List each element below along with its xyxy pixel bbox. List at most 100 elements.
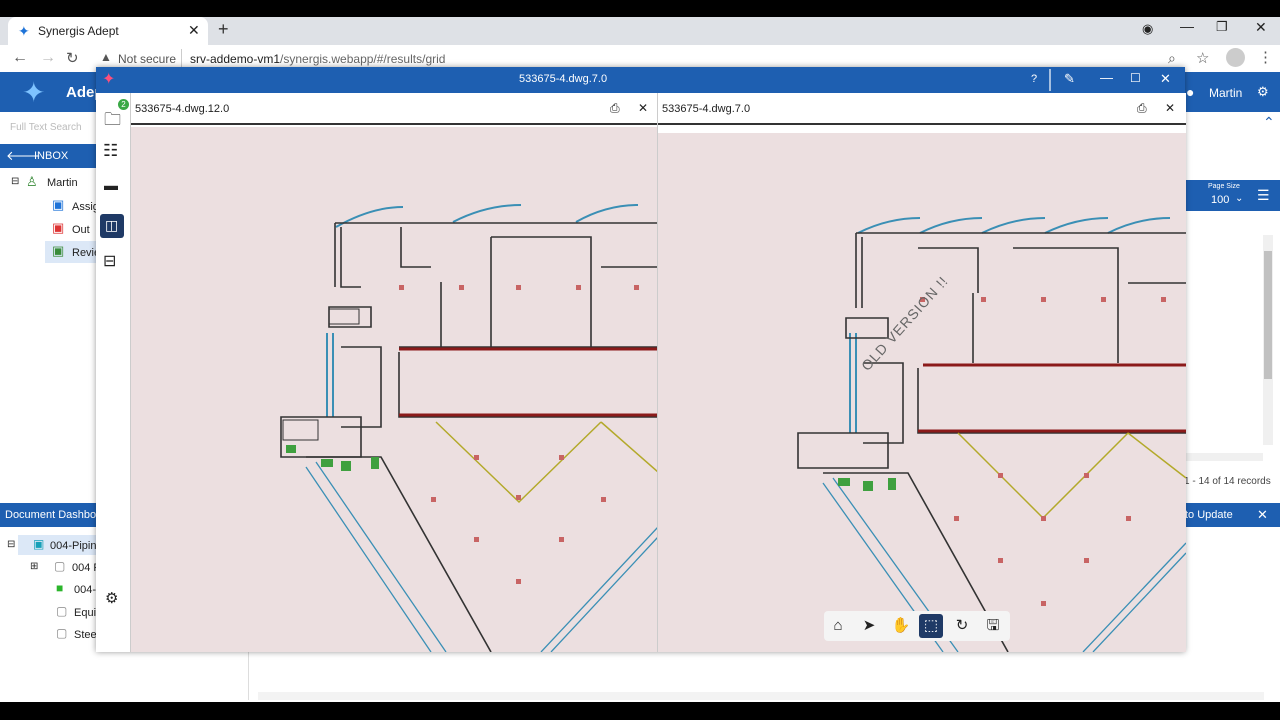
viewer-title: 533675-4.dwg.7.0 (519, 73, 608, 85)
close-tab-icon[interactable]: ✕ (188, 22, 200, 39)
dashboard-root-label[interactable]: 004-Piping (50, 540, 103, 552)
comment-icon[interactable]: ▬ (104, 177, 118, 193)
close-viewer-icon[interactable]: ✕ (1160, 71, 1171, 87)
export-icon[interactable]: ⎙ (1137, 101, 1147, 116)
tab-title: Synergis Adept (38, 24, 119, 38)
left-drawing-pane: 533675-4.dwg.12.0 ⎙ ✕ (130, 93, 658, 652)
save-icon[interactable]: 🖫 (981, 614, 1005, 638)
expand-icon[interactable]: ⊞ (30, 561, 38, 572)
url-path: /synergis.webapp/#/results/grid (280, 52, 446, 66)
zoom-icon[interactable]: ⌕ (1168, 50, 1176, 67)
right-pane-header: 533675-4.dwg.7.0 ⎙ ✕ (658, 93, 1186, 125)
bottom-h-scrollbar[interactable] (258, 692, 1264, 700)
close-pane-icon[interactable]: ✕ (638, 101, 648, 115)
records-count: 1 - 14 of 14 records (1184, 476, 1271, 487)
document-icon: ▢ (56, 604, 68, 618)
edit-pencil-icon[interactable]: ✎ (1064, 71, 1075, 87)
left-pane-header: 533675-4.dwg.12.0 ⎙ ✕ (131, 93, 658, 125)
rotate-icon[interactable]: ↻ (950, 614, 974, 638)
full-text-search-placeholder: Full Text Search (10, 122, 82, 133)
update-label: to Update (1185, 509, 1233, 521)
list-view-icon[interactable]: ☰ (1257, 187, 1270, 204)
panel-divider (248, 652, 249, 700)
side-by-side-compare-button[interactable]: ◫ (100, 214, 124, 238)
close-pane-icon[interactable]: ✕ (1165, 101, 1175, 115)
folder-icon[interactable]: 🗀 (104, 107, 121, 136)
back-icon[interactable]: ← (12, 49, 28, 67)
url-field[interactable]: srv-addemo-vm1/synergis.webapp/#/results… (190, 52, 445, 66)
reload-icon[interactable]: ↻ (66, 49, 79, 67)
scrollbar-thumb[interactable] (1264, 251, 1272, 379)
tree-root-label[interactable]: Martin (47, 177, 78, 189)
home-icon[interactable]: ⌂ (826, 614, 850, 638)
titlebar-divider (1049, 69, 1051, 91)
left-pane-title: 533675-4.dwg.12.0 (135, 103, 230, 115)
viewer-toolbar: ⌂ ➤ ✋ ⬚ ↻ 🖫 (824, 611, 1010, 641)
badge-count: 2 (118, 99, 129, 110)
update-bar: to Update ✕ (1185, 503, 1280, 527)
chevron-down-icon[interactable]: ⌄ (1235, 193, 1243, 204)
document-green-icon: ■ (56, 581, 64, 595)
adept-logo-icon: ✦ (22, 77, 46, 108)
select-arrow-icon[interactable]: ➤ (857, 614, 881, 638)
document-icon: ▢ (56, 626, 68, 640)
address-divider (181, 49, 182, 67)
forward-icon[interactable]: → (40, 49, 56, 67)
restore-window-icon[interactable]: ❐ (1216, 19, 1228, 35)
dashboard-bar[interactable]: Document Dashboard (0, 503, 112, 527)
maximize-icon[interactable]: ☐ (1130, 71, 1141, 85)
review-icon: ▣ (52, 243, 65, 258)
floor-plan-drawing (797, 217, 1186, 652)
right-drawing-pane: 533675-4.dwg.7.0 ⎙ ✕ OLD VERSION !! ⌂ ➤ … (657, 93, 1186, 652)
minimize-icon[interactable]: — (1100, 70, 1113, 85)
help-icon[interactable]: ? (1031, 73, 1037, 85)
close-window-icon[interactable]: ✕ (1255, 19, 1267, 36)
assigned-icon: ▣ (52, 197, 65, 212)
right-drawing-canvas[interactable]: OLD VERSION !! (658, 133, 1186, 652)
zoom-window-icon[interactable]: ⬚ (919, 614, 943, 638)
bookmark-star-icon[interactable]: ☆ (1196, 49, 1209, 67)
minimize-window-icon[interactable]: — (1180, 18, 1194, 34)
split-horizontal-icon[interactable]: ⊟ (103, 251, 116, 271)
inbox-bar[interactable]: 🡐 INBOX (0, 144, 96, 168)
inbox-label: INBOX (34, 150, 69, 162)
viewer-sidebar: 🗀 2 ☷ ▬ ◫ ⊟ ⚙ (96, 93, 131, 652)
left-drawing-canvas[interactable] (131, 127, 658, 652)
page-size-select[interactable]: 100 (1211, 194, 1229, 206)
out-icon: ▣ (52, 220, 65, 235)
split-vertical-icon: ◫ (105, 217, 119, 233)
browser-tab[interactable]: ✦ Synergis Adept ✕ (8, 17, 208, 45)
page-size-label: Page Size (1208, 183, 1240, 190)
user-name[interactable]: Martin (1209, 86, 1242, 100)
right-pane-title: 533675-4.dwg.7.0 (662, 103, 751, 115)
user-tree-icon: ♙ (26, 174, 38, 189)
browser-menu-icon[interactable]: ⋮ (1258, 48, 1273, 66)
viewer-dialog: ✦ 533675-4.dwg.7.0 ? ✎ — ☐ ✕ 🗀 2 ☷ ▬ ◫ ⊟… (96, 67, 1186, 652)
export-icon[interactable]: ⎙ (610, 101, 620, 116)
warning-icon: ▲ (100, 50, 112, 64)
collapse-up-icon[interactable]: ⌃ (1263, 114, 1275, 131)
url-host: srv-addemo-vm1 (190, 52, 281, 66)
scrollbar-track[interactable] (1263, 235, 1273, 445)
not-secure-label: Not secure (118, 52, 177, 66)
list-icon[interactable]: ☷ (103, 141, 118, 161)
new-tab-icon[interactable]: + (218, 19, 229, 40)
profile-menu-icon[interactable]: ◉ (1142, 21, 1153, 37)
tree-item-out[interactable]: Out (72, 224, 90, 236)
full-text-search[interactable]: Full Text Search (0, 112, 96, 144)
viewer-titlebar: ✦ 533675-4.dwg.7.0 ? ✎ — ☐ ✕ (96, 67, 1185, 93)
floor-plan-drawing (280, 204, 658, 652)
user-icon: ● (1186, 84, 1195, 100)
folder-icon: ▣ (33, 537, 45, 551)
user-settings-icon[interactable]: ⚙ (1257, 84, 1269, 100)
h-scrollbar[interactable] (1185, 453, 1263, 461)
close-icon[interactable]: ✕ (1257, 507, 1268, 523)
pan-hand-icon[interactable]: ✋ (889, 614, 913, 638)
document-icon: ▢ (54, 559, 66, 573)
synergis-favicon-icon: ✦ (18, 23, 30, 39)
collapse-icon[interactable]: ⊟ (7, 539, 15, 550)
collapse-icon[interactable]: ⊟ (11, 176, 19, 187)
settings-gear-icon[interactable]: ⚙ (105, 589, 118, 607)
viewer-logo-icon: ✦ (102, 71, 116, 88)
account-avatar-icon[interactable] (1226, 48, 1245, 67)
